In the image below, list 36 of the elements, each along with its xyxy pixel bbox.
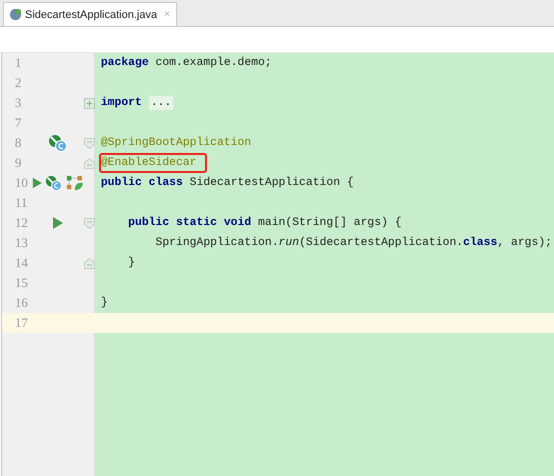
expand-fold-icon[interactable] <box>84 98 95 108</box>
code-line: SpringApplication.run(SidecartestApplication.class, args); <box>154 236 553 251</box>
line-number: 13 <box>14 235 29 251</box>
code-line: @SpringBootApplication <box>100 136 252 151</box>
line-number: 9 <box>14 155 22 171</box>
code-line: public static void main(String[] args) { <box>127 216 403 231</box>
line-number: 14 <box>14 255 29 271</box>
line-number: 1 <box>14 55 22 71</box>
code-line: import ... <box>100 95 174 112</box>
class-file-icon <box>9 8 22 21</box>
code-line: } <box>100 296 109 311</box>
fold-start-icon[interactable] <box>84 218 95 228</box>
line-number: 12 <box>14 215 29 231</box>
file-tab[interactable]: SidecartestApplication.java × <box>3 2 177 26</box>
line-number: 3 <box>14 95 22 111</box>
code-line: public class SidecartestApplication { <box>100 176 355 191</box>
run-icon[interactable] <box>52 216 64 230</box>
bean-class-icon[interactable] <box>45 174 64 192</box>
line-number: 7 <box>14 115 22 131</box>
line-number: 8 <box>14 135 22 151</box>
bean-class-icon[interactable] <box>48 134 68 152</box>
run-icon[interactable] <box>32 176 42 190</box>
line-number: 16 <box>14 295 29 311</box>
code-line: package com.example.demo; <box>100 56 273 71</box>
fold-end-icon[interactable] <box>84 258 95 268</box>
code-line: } <box>127 256 136 271</box>
line-number: 11 <box>14 195 28 211</box>
tab-title: SidecartestApplication.java <box>25 8 158 20</box>
line-number: 2 <box>14 75 22 91</box>
line-number: 15 <box>14 275 29 291</box>
fold-start-icon[interactable] <box>84 138 95 148</box>
line-number: 10 <box>14 175 29 191</box>
line-number: 17 <box>14 315 29 331</box>
diagram-icon[interactable] <box>66 174 84 192</box>
code-editor[interactable] <box>2 53 554 476</box>
fold-end-icon[interactable] <box>84 158 95 168</box>
